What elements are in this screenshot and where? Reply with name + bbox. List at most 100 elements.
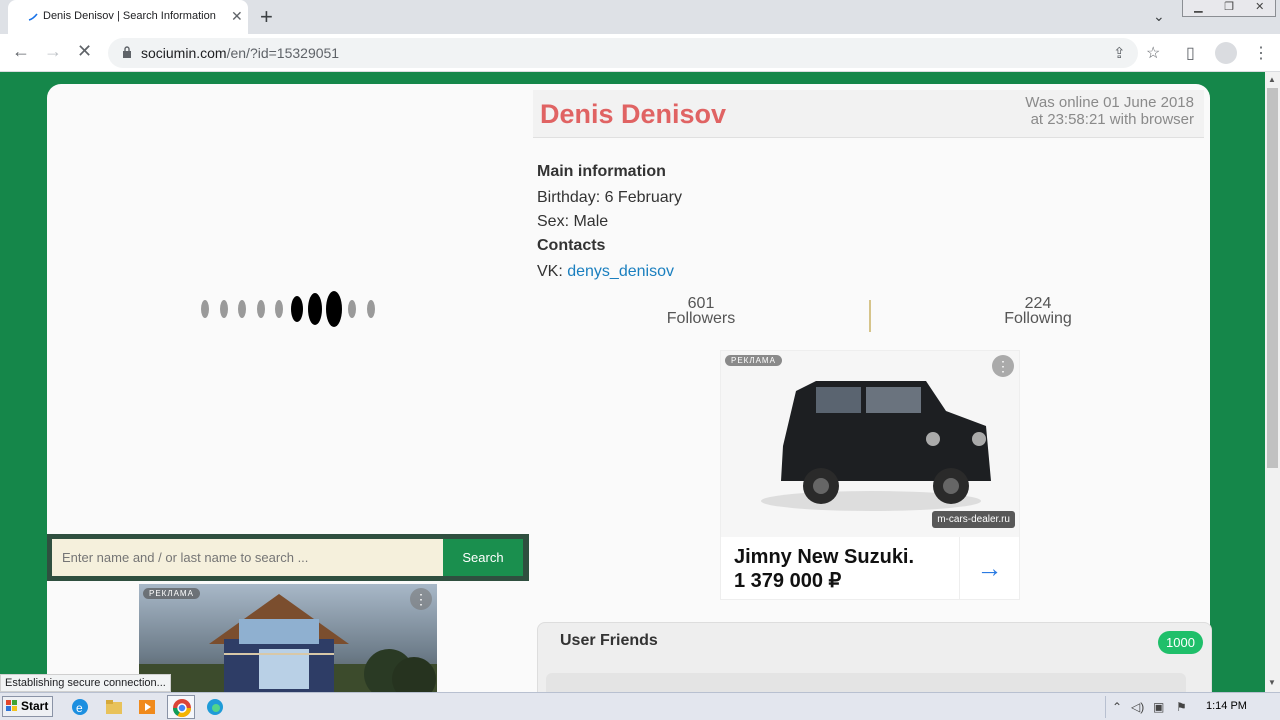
loader-dot	[257, 300, 265, 318]
page-background: Search РЕКЛАМА ⋮ Denis Denisov Was onlin…	[0, 72, 1265, 692]
right-advertisement[interactable]: РЕКЛАМА ⋮ m-cars-dealer.ru Jimny New Suz…	[720, 350, 1020, 600]
ad-dealer: m-cars-dealer.ru	[932, 511, 1015, 528]
sex: Sex: Male	[537, 213, 609, 230]
contacts-heading-text: Contacts	[537, 237, 606, 254]
ad-options-icon[interactable]: ⋮	[992, 355, 1014, 377]
volume-icon[interactable]: ◁)	[1131, 700, 1144, 714]
following-count: 224	[1024, 295, 1052, 312]
last-online-line2: at 23:58:21 with browser	[1030, 111, 1194, 128]
restore-icon[interactable]: ❐	[1214, 0, 1245, 16]
minimize-icon[interactable]: ▁	[1183, 0, 1214, 16]
ad-price: 1 379 000 ₽	[734, 570, 842, 592]
loader-dot	[275, 300, 283, 318]
profile-header: Denis Denisov Was online 01 June 2018 at…	[533, 90, 1204, 138]
loading-icon	[28, 13, 38, 21]
profile-card: Search РЕКЛАМА ⋮ Denis Denisov Was onlin…	[47, 84, 1212, 692]
url-domain: sociumin.com	[141, 45, 227, 61]
edge-icon[interactable]	[205, 697, 225, 717]
ad-title-line1: Jimny New Suzuki.	[734, 546, 915, 568]
friends-count-badge: 1000	[1158, 631, 1203, 654]
search-input[interactable]	[52, 539, 443, 576]
folder-icon[interactable]	[104, 697, 124, 717]
house-image	[139, 594, 437, 692]
tab-active[interactable]: Denis Denisov | Search Information ✕	[8, 0, 248, 34]
clock[interactable]: 1:14 PM	[1206, 700, 1247, 712]
followers-label: Followers	[666, 310, 736, 327]
media-player-icon[interactable]	[137, 697, 157, 717]
tab-title: Denis Denisov | Search Information	[43, 10, 216, 22]
back-icon[interactable]: ←	[12, 41, 30, 62]
left-advertisement[interactable]: РЕКЛАМА ⋮	[139, 584, 437, 692]
scroll-thumb[interactable]	[1267, 88, 1278, 468]
tab-close-icon[interactable]: ✕	[231, 8, 243, 25]
ad-label: РЕКЛАМА	[143, 588, 200, 599]
ad-title: Jimny New Suzuki. 1 379 000 ₽	[734, 545, 914, 593]
page-scrollbar[interactable]: ▲ ▼	[1265, 72, 1280, 692]
loader-dot	[291, 296, 303, 322]
side-panel-icon[interactable]: ▯	[1186, 43, 1195, 63]
url-path: /en/?id=15329051	[226, 45, 340, 61]
loader-dot	[238, 300, 246, 318]
lock-icon[interactable]	[122, 46, 132, 58]
profile-name: Denis Denisov	[540, 99, 727, 129]
ad-label: РЕКЛАМА	[725, 355, 782, 366]
tray-expand-icon[interactable]: ⌃	[1112, 700, 1122, 714]
last-online-line1: Was online 01 June 2018	[1025, 94, 1194, 111]
svg-text:e: e	[76, 701, 83, 715]
windows-logo-icon	[6, 700, 17, 711]
status-bubble: Establishing secure connection...	[0, 674, 171, 692]
search-button[interactable]: Search	[443, 539, 523, 576]
following-label: Following	[1004, 310, 1072, 327]
share-icon[interactable]: ⇪	[1113, 44, 1126, 62]
followers-count: 601	[687, 295, 715, 312]
new-tab-button[interactable]: +	[260, 4, 273, 30]
menu-kebab-icon[interactable]: ⋮	[1253, 43, 1269, 63]
tab-search-icon[interactable]: ⌄	[1153, 8, 1165, 25]
address-bar[interactable]: sociumin.com/en/?id=15329051 ⇪	[108, 38, 1138, 68]
tab-strip: Denis Denisov | Search Information ✕ + ⌄…	[0, 0, 1280, 34]
window-controls: ▁ ❐ ✕	[1182, 0, 1276, 17]
chrome-taskbar-button[interactable]	[167, 695, 195, 719]
browser-toolbar: ← → ✕ sociumin.com/en/?id=15329051 ⇪ ☆ ▯…	[0, 34, 1280, 72]
system-tray: ⌃ ◁) ▣ ⚑ 1:14 PM	[1105, 696, 1275, 718]
taskbar: Start e ⌃ ◁) ▣ ⚑ 1:14 PM	[0, 692, 1280, 720]
stop-loading-icon[interactable]: ✕	[77, 41, 92, 62]
bookmark-star-icon[interactable]: ☆	[1146, 43, 1160, 63]
vk-contact: VK: denys_denisov	[537, 263, 674, 281]
loader-dot	[367, 300, 375, 318]
loader-dot	[326, 291, 342, 327]
watermark: ANY RUN	[1036, 684, 1250, 692]
followers-stat[interactable]: 601 Followers	[601, 295, 801, 327]
loader-dot	[348, 300, 356, 318]
scroll-down-icon[interactable]: ▼	[1268, 678, 1276, 687]
car-image: РЕКЛАМА ⋮ m-cars-dealer.ru	[721, 351, 1019, 537]
loader-dot	[201, 300, 209, 318]
user-friends-title: User Friends	[560, 632, 658, 649]
start-label: Start	[21, 699, 49, 713]
user-friends-panel: User Friends 1000	[537, 622, 1212, 692]
main-info-heading: Main information	[537, 163, 666, 181]
arrow-right-icon[interactable]: →	[959, 537, 1019, 599]
loader-dot	[220, 300, 228, 318]
contacts-heading: Contacts	[537, 237, 605, 255]
url-text: sociumin.com/en/?id=15329051	[141, 45, 339, 61]
last-online: Was online 01 June 2018 at 23:58:21 with…	[1025, 94, 1194, 128]
suv-picture	[761, 381, 991, 511]
search-bar: Search	[47, 534, 529, 581]
start-button[interactable]: Start	[2, 696, 53, 717]
network-icon[interactable]: ▣	[1153, 700, 1164, 714]
forward-icon[interactable]: →	[44, 41, 62, 62]
ad-options-icon[interactable]: ⋮	[410, 588, 432, 610]
vk-label: VK:	[537, 263, 568, 280]
profile-avatar-icon[interactable]	[1215, 42, 1237, 64]
ie-icon[interactable]: e	[70, 697, 90, 717]
following-stat[interactable]: 224 Following	[938, 295, 1138, 327]
scroll-up-icon[interactable]: ▲	[1268, 75, 1276, 84]
stat-divider	[869, 300, 871, 332]
flag-icon[interactable]: ⚑	[1176, 700, 1187, 714]
vk-link[interactable]: denys_denisov	[567, 263, 674, 280]
main-info-heading-text: Main information	[537, 163, 666, 180]
chrome-icon	[173, 699, 191, 718]
birthday: Birthday: 6 February	[537, 189, 682, 206]
close-window-icon[interactable]: ✕	[1244, 0, 1275, 16]
